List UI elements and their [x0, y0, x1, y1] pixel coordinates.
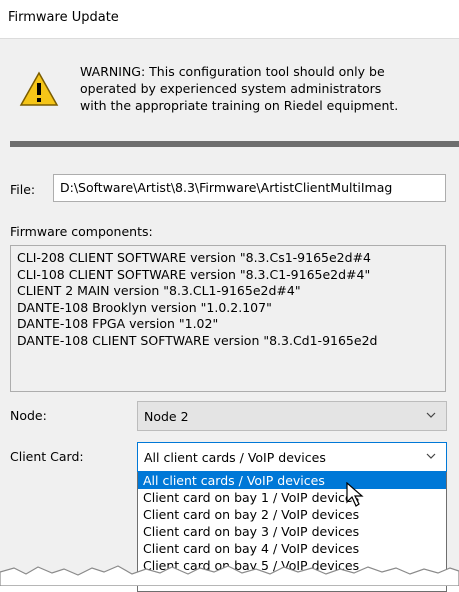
mouse-pointer-icon	[346, 482, 364, 507]
dropdown-option[interactable]: Client card on bay 4 / VoIP devices	[138, 540, 446, 557]
chevron-down-icon	[426, 412, 436, 418]
node-label: Node:	[10, 408, 47, 423]
dropdown-option[interactable]: All client cards / VoIP devices	[138, 472, 446, 489]
client-card-select-value: All client cards / VoIP devices	[144, 450, 326, 465]
list-item: CLIENT 2 MAIN version "8.3.CL1-9165e2d#4…	[17, 283, 301, 298]
dropdown-option[interactable]: Client card on bay 2 / VoIP devices	[138, 506, 446, 523]
window-title: Firmware Update	[8, 10, 119, 25]
firmware-update-dialog: Firmware Update WARNING: This configurat…	[0, 0, 459, 592]
list-item: CLI-208 CLIENT SOFTWARE version "8.3.Cs1…	[17, 250, 371, 265]
file-path-field[interactable]: D:\Software\Artist\8.3\Firmware\ArtistCl…	[53, 174, 446, 202]
file-label: File:	[10, 182, 36, 197]
torn-edge	[0, 565, 459, 586]
firmware-components-label: Firmware components:	[10, 224, 153, 239]
list-item: CLI-108 CLIENT SOFTWARE version "8.3.C1-…	[17, 266, 371, 282]
warning-message: WARNING: This configuration tool should …	[80, 63, 440, 114]
dropdown-option[interactable]: Client card on bay 3 / VoIP devices	[138, 523, 446, 540]
warning-icon	[19, 71, 59, 106]
node-select-value: Node 2	[144, 409, 189, 424]
list-item: DANTE-108 CLIENT SOFTWARE version "8.3.C…	[17, 332, 378, 348]
list-item: DANTE-108 Brooklyn version "1.0.2.107"	[17, 299, 272, 315]
chevron-down-icon	[426, 453, 436, 459]
warning-line: WARNING: This configuration tool should …	[80, 64, 385, 79]
warning-line: with the appropriate training on Riedel …	[80, 98, 399, 113]
list-item: DANTE-108 FPGA version "1.02"	[17, 316, 219, 331]
node-select[interactable]: Node 2	[137, 401, 447, 431]
warning-line: operated by experienced system administr…	[80, 81, 382, 96]
client-card-select[interactable]: All client cards / VoIP devices	[137, 442, 447, 472]
dropdown-option[interactable]: Client card on bay 1 / VoIP devices	[138, 489, 446, 506]
title-bar: Firmware Update	[0, 0, 459, 39]
firmware-components-list[interactable]: CLI-208 CLIENT SOFTWARE version "8.3.Cs1…	[10, 245, 446, 392]
separator	[10, 141, 459, 147]
client-card-label: Client Card:	[10, 449, 84, 464]
